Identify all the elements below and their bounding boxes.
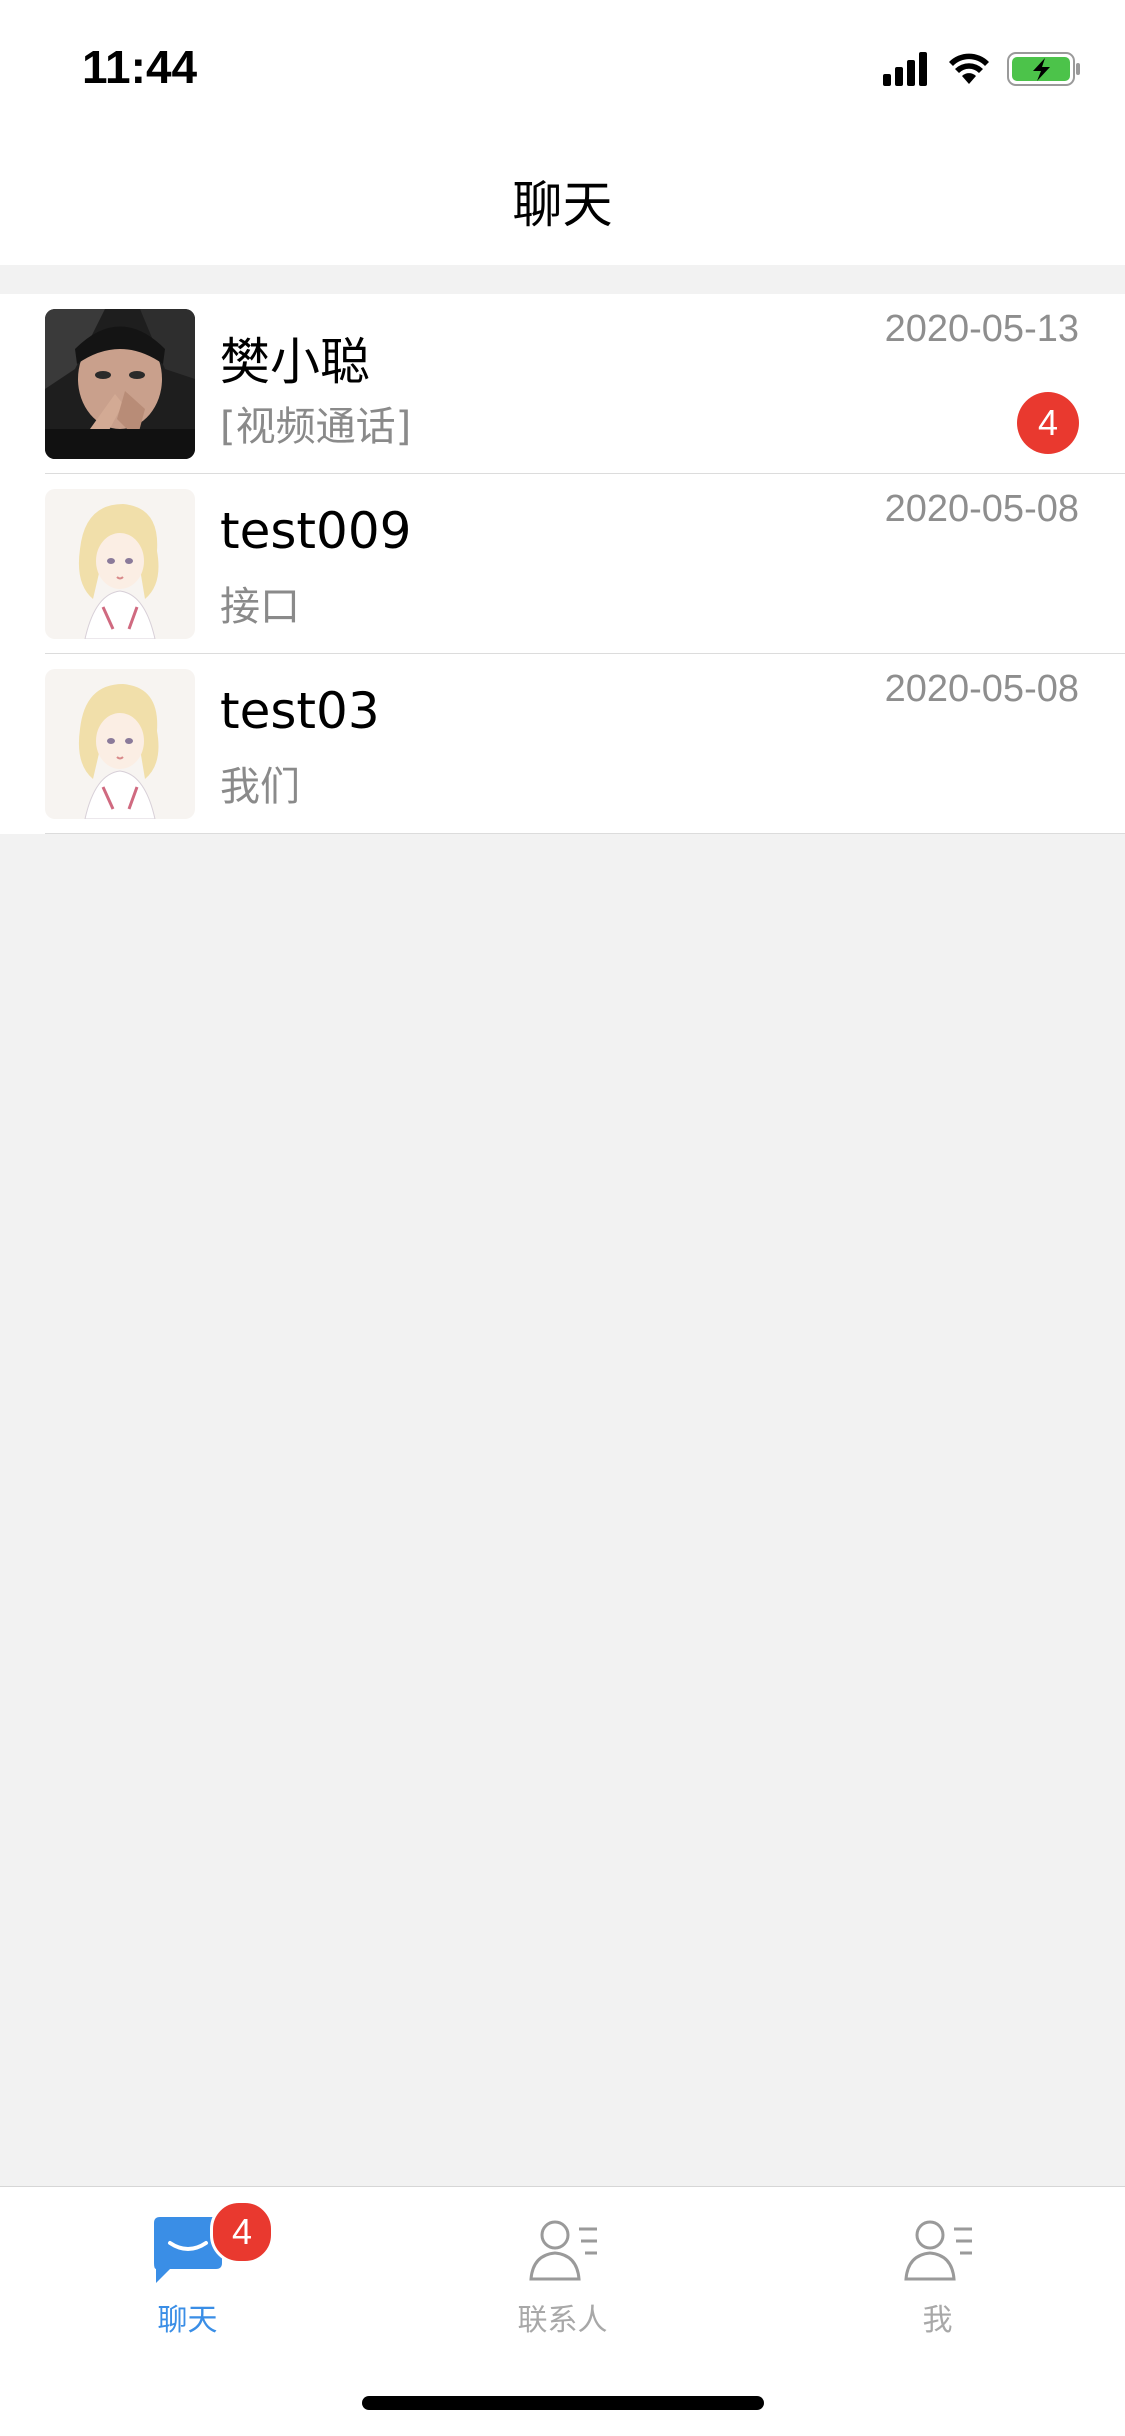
tab-contacts[interactable]: 联系人 (375, 2187, 750, 2347)
page-title: 聊天 (512, 176, 613, 234)
profile-icon (898, 2209, 978, 2289)
chat-date: 2020-05-08 (884, 668, 1079, 710)
chat-preview: [视频通话] (220, 404, 412, 450)
unread-badge: 4 (1017, 392, 1079, 454)
tab-badge: 4 (210, 2200, 274, 2264)
home-indicator[interactable] (362, 2396, 764, 2410)
avatar (45, 489, 195, 639)
chat-name: test03 (220, 682, 380, 740)
chat-screen: 11:44 聊天 樊小聪 [视频通话] 2020-05-13 4 test009… (0, 0, 1125, 2436)
status-time: 11:44 (82, 41, 198, 93)
chat-name: 樊小聪 (220, 333, 370, 391)
tab-label: 联系人 (517, 2303, 608, 2338)
chat-row[interactable]: test03 我们 2020-05-08 (0, 654, 1125, 834)
tab-me[interactable]: 我 (750, 2187, 1125, 2347)
avatar (45, 669, 195, 819)
tab-label: 聊天 (157, 2303, 218, 2338)
chat-preview: 接口 (220, 584, 300, 630)
chat-date: 2020-05-13 (884, 308, 1079, 350)
chat-list: 樊小聪 [视频通话] 2020-05-13 4 test009 接口 2020-… (0, 294, 1125, 834)
nav-bar: 聊天 (0, 135, 1125, 265)
chat-row[interactable]: 樊小聪 [视频通话] 2020-05-13 4 (0, 294, 1125, 474)
battery-charging-icon (1007, 52, 1080, 86)
status-bar: 11:44 (0, 0, 1125, 135)
avatar (45, 309, 195, 459)
chat-name: test009 (220, 502, 412, 560)
status-icons (883, 48, 1083, 88)
chat-date: 2020-05-08 (884, 488, 1079, 530)
tab-label: 我 (922, 2303, 953, 2338)
contacts-icon (523, 2209, 603, 2289)
chat-preview: 我们 (220, 764, 300, 810)
chat-row[interactable]: test009 接口 2020-05-08 (0, 474, 1125, 654)
wifi-icon (949, 53, 989, 84)
signal-icon (883, 52, 927, 86)
tab-chat[interactable]: 4 聊天 (0, 2187, 375, 2347)
divider (45, 833, 1125, 834)
